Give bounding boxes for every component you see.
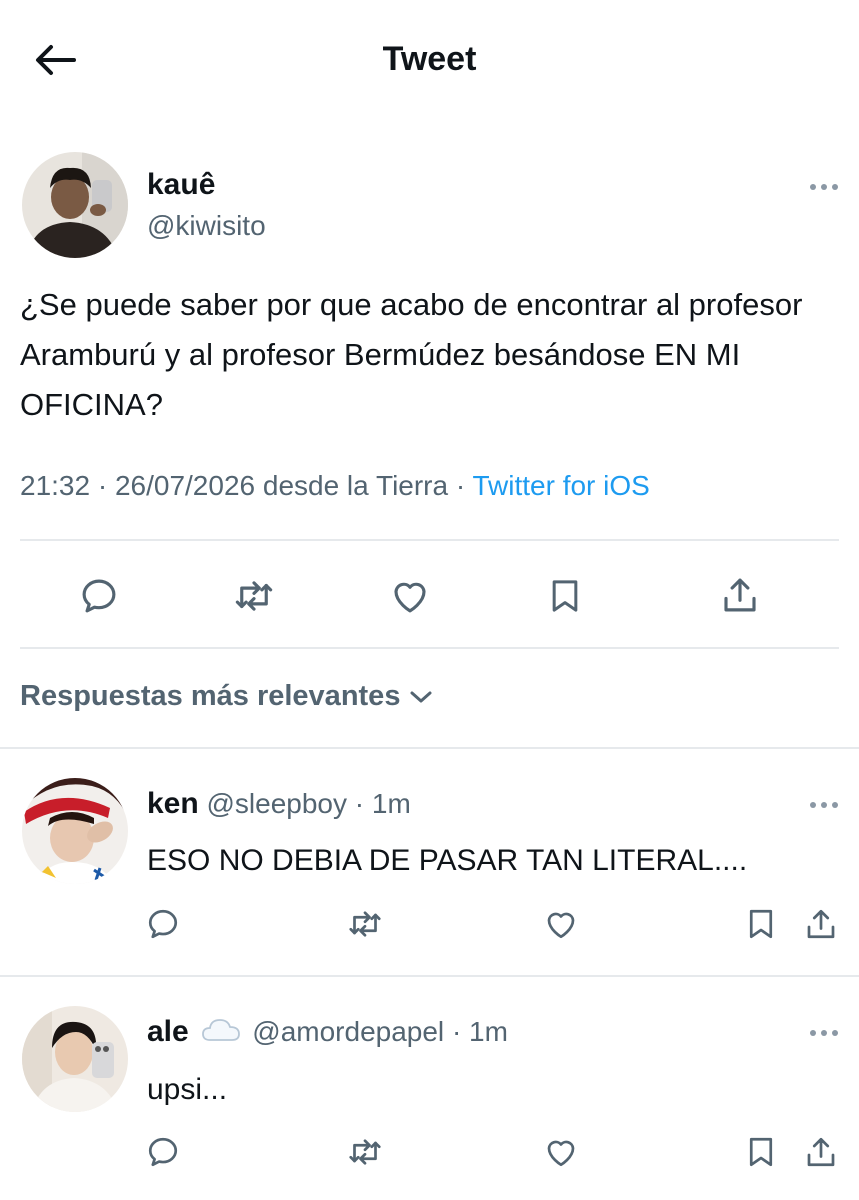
reply-button[interactable] [143,904,183,944]
replies-sort-dropdown[interactable]: Respuestas más relevantes [20,680,434,713]
reply-author-handle[interactable]: @sleepboy [206,788,347,819]
retweet-icon [349,911,381,937]
share-button[interactable] [801,903,841,945]
more-button[interactable] [804,1023,844,1043]
bookmark-button[interactable] [741,1132,781,1172]
reply-icon [148,1137,178,1167]
more-dots-icon [810,1030,838,1036]
like-icon [547,912,575,939]
retweet-icon [235,581,273,611]
more-dots-icon [810,184,838,190]
chevron-down-icon [410,691,432,702]
bookmark-icon [552,580,578,612]
divider [0,975,859,977]
reply-header: ken @sleepboy · 1m [147,787,411,821]
divider [20,539,839,541]
author-avatar[interactable] [22,152,128,258]
bookmark-icon [749,1137,773,1167]
reply-text: ESO NO DEBIA DE PASAR TAN LITERAL.... [147,844,748,877]
reply-button[interactable] [143,1132,183,1172]
reply-text: upsi... [147,1073,228,1106]
page-title: Tweet [382,40,477,78]
retweet-button[interactable] [343,1132,387,1172]
bookmark-icon [749,909,773,939]
retweet-button[interactable] [227,572,281,620]
more-dots-icon [810,802,838,808]
top-bar: Tweet [0,0,859,120]
like-button[interactable] [385,572,435,620]
share-icon [807,1137,835,1167]
reply-icon [82,579,116,613]
more-button[interactable] [804,177,844,197]
reply-author-name[interactable]: ale [147,1015,189,1048]
replies-sort-label: Respuestas más relevantes [20,680,401,712]
more-button[interactable] [804,795,844,815]
reply-button[interactable] [74,572,124,620]
retweet-button[interactable] [343,904,387,944]
tweet-meta: 21:32 · 26/07/2026 desde la Tierra · Twi… [20,470,650,502]
reply-author-name[interactable]: ken [147,787,199,820]
retweet-icon [349,1139,381,1165]
like-icon [547,1140,575,1167]
author-handle[interactable]: @kiwisito [147,210,266,242]
share-button[interactable] [801,1131,841,1173]
reply-avatar[interactable] [22,1006,128,1112]
author-name[interactable]: kauê [147,168,215,202]
reply-timestamp: · 1m [354,788,411,819]
tweet-timestamp: 21:32 · 26/07/2026 desde la Tierra · [20,470,473,501]
like-button[interactable] [541,904,581,944]
like-button[interactable] [541,1132,581,1172]
like-icon [394,582,426,613]
share-icon [807,909,835,939]
reply-author-handle[interactable]: @amordepapel [252,1016,444,1047]
share-button[interactable] [715,570,765,620]
divider [0,747,859,749]
cloud-emoji-icon [201,1019,240,1041]
reply-timestamp: · 1m [451,1016,508,1047]
share-icon [724,578,756,612]
tweet-text: ¿Se puede saber por que acabo de encontr… [20,287,803,422]
reply-icon [148,909,178,939]
bookmark-button[interactable] [540,572,590,620]
reply-header: ale @amordepapel · 1m [147,1015,508,1049]
tweet-source-link[interactable]: Twitter for iOS [472,470,649,501]
bookmark-button[interactable] [741,904,781,944]
reply-avatar[interactable] [22,778,128,884]
divider [20,647,839,649]
